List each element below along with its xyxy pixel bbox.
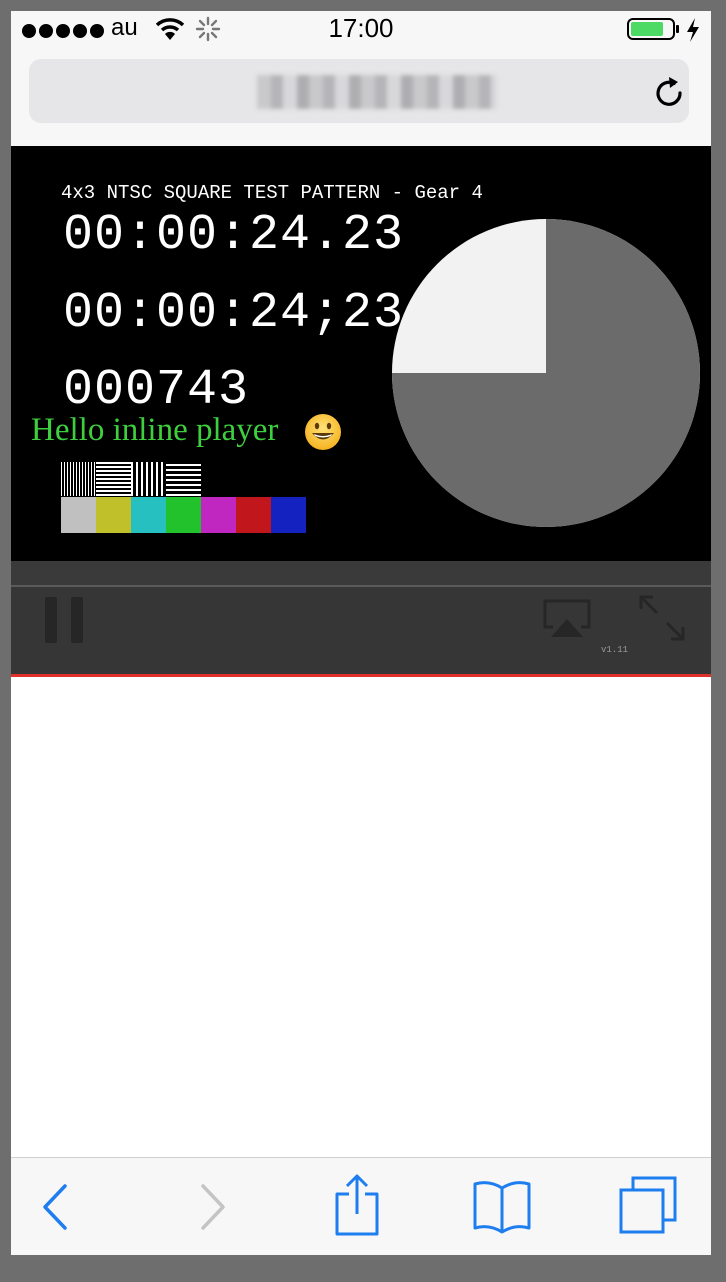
color-bar [201,497,236,533]
line-pattern [131,462,166,496]
back-icon[interactable] [37,1180,77,1234]
url-field[interactable] [29,59,689,123]
player-controls: v1.11 [11,587,711,677]
player-version: v1.11 [601,645,629,655]
reload-icon[interactable] [649,73,689,113]
battery-icon [627,18,679,40]
bottom-toolbar [11,1157,711,1255]
test-pattern-title: 4x3 NTSC SQUARE TEST PATTERN - Gear 4 [61,182,483,204]
resolution-line-patterns [61,462,201,496]
color-bar [96,497,131,533]
line-pattern [96,462,131,496]
line-pattern [61,462,96,496]
line-pattern [166,462,201,496]
bookmarks-icon[interactable] [471,1178,533,1234]
color-bar [271,497,306,533]
address-bar [11,51,711,146]
color-bar [236,497,271,533]
video-player[interactable]: 4x3 NTSC SQUARE TEST PATTERN - Gear 4 00… [11,146,711,561]
color-bar [131,497,166,533]
frame-counter: 000743 [63,362,250,419]
browser-screen: au 17:00 4x3 NTSC SQUARE TEST PATTERN - … [11,11,711,1255]
progress-track[interactable] [11,561,711,587]
fullscreen-icon[interactable] [637,593,687,643]
timecode-semicolon: 00:00:24;23 [63,285,405,342]
airplay-icon[interactable] [541,597,593,641]
forward-icon[interactable] [191,1180,231,1234]
share-icon[interactable] [331,1172,383,1238]
grinning-face-icon [305,414,341,450]
pause-icon[interactable] [43,595,87,645]
status-time: 17:00 [328,13,394,43]
color-bars [61,497,306,533]
url-text-blurred[interactable] [257,75,497,109]
progress-pie [392,219,700,527]
charging-bolt-icon [687,18,699,42]
status-bar: au 17:00 [11,11,711,51]
overlay-text: Hello inline player [31,412,279,448]
timecode-dot: 00:00:24.23 [63,207,405,264]
color-bar [166,497,201,533]
tabs-icon[interactable] [617,1174,679,1236]
color-bar [61,497,96,533]
